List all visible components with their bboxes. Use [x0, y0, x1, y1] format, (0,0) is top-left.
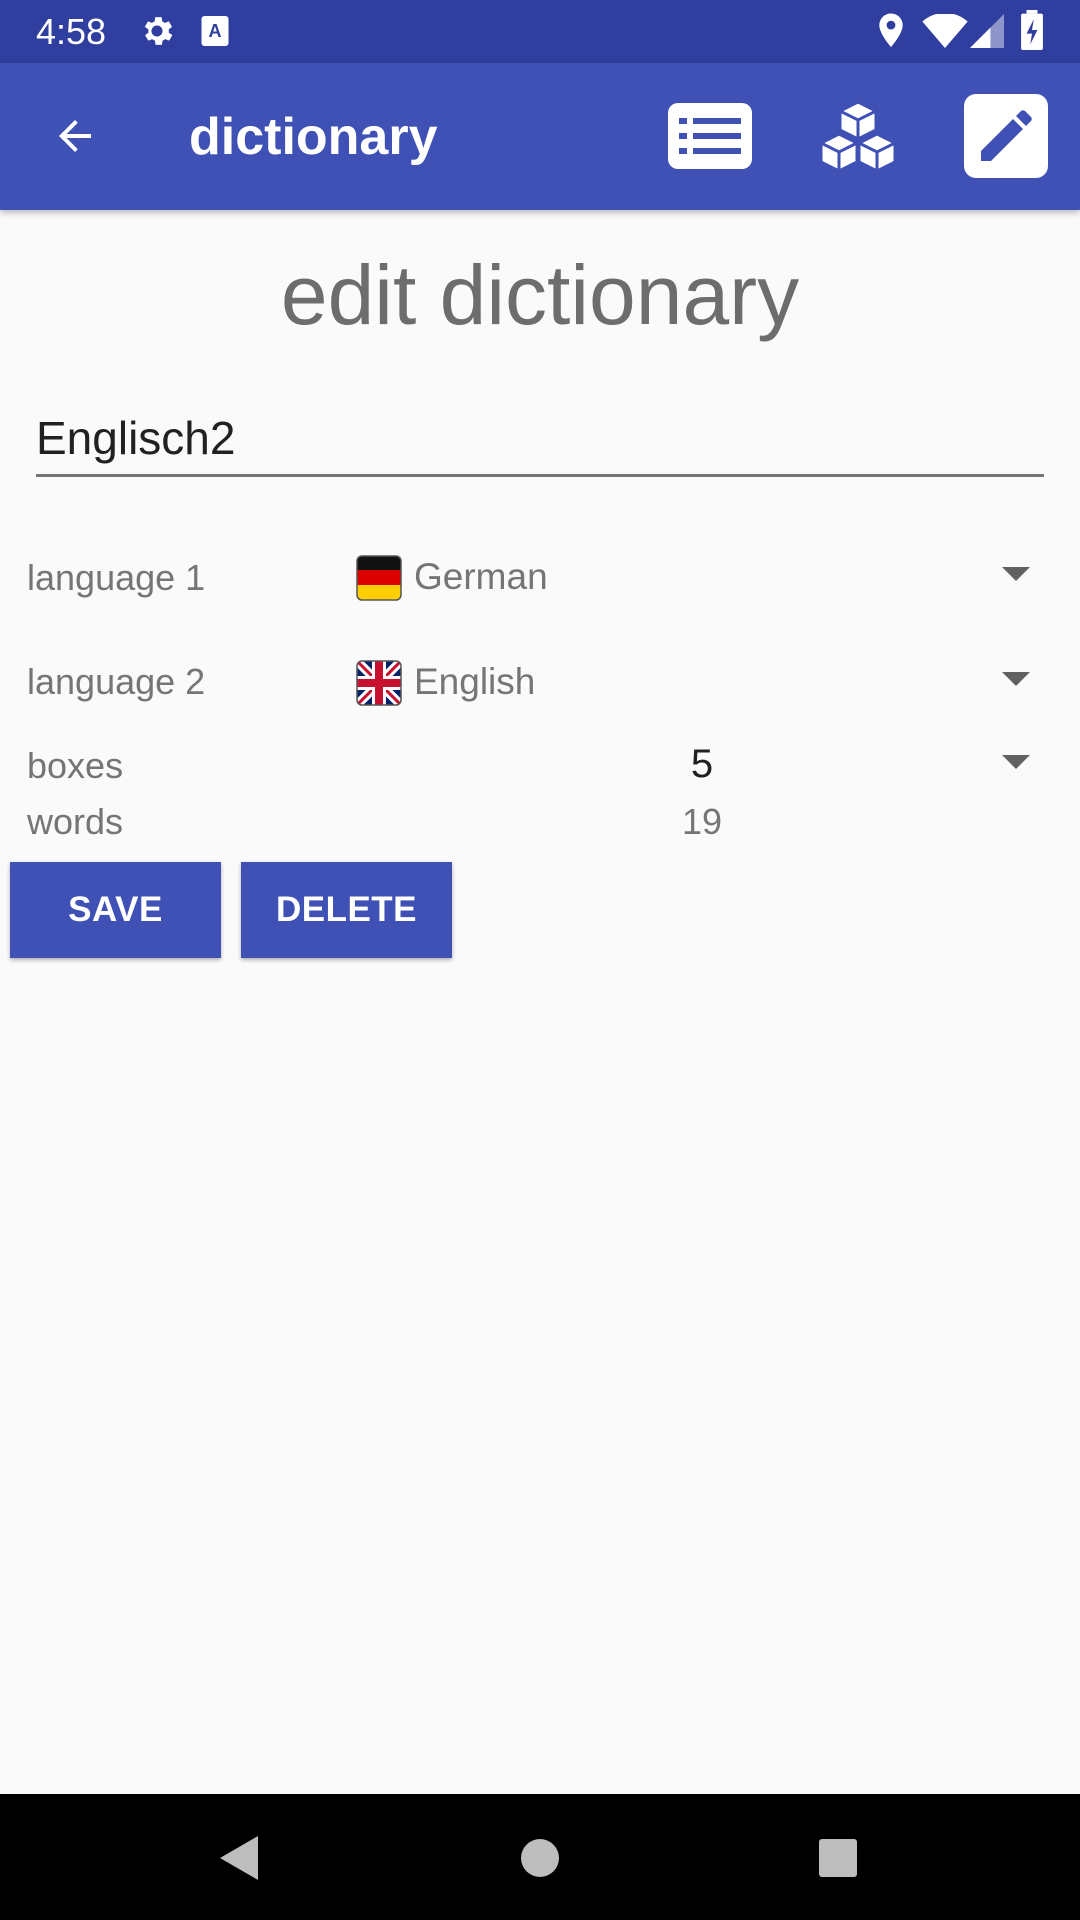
- dropdown-arrow-icon: [1002, 672, 1030, 693]
- delete-button[interactable]: DELETE: [241, 862, 452, 958]
- edit-icon: [964, 94, 1048, 178]
- language2-spinner[interactable]: English: [352, 642, 1052, 722]
- dropdown-arrow-icon: [1002, 755, 1030, 776]
- status-time: 4:58: [36, 11, 107, 52]
- signal-icon: [970, 14, 1004, 53]
- language1-spinner[interactable]: German: [352, 537, 1052, 617]
- uk-flag-icon: [356, 660, 402, 706]
- boxes-label: boxes: [27, 745, 124, 786]
- boxes-value: 5: [690, 742, 714, 786]
- language2-label: language 2: [27, 661, 206, 702]
- status-bar: 4:58 A: [0, 0, 1080, 63]
- app-bar: dictionary: [0, 63, 1080, 210]
- words-count: 19: [681, 801, 723, 842]
- dropdown-arrow-icon: [1002, 567, 1030, 588]
- svg-text:A: A: [209, 21, 222, 41]
- wifi-icon: [922, 12, 968, 53]
- boxes-button[interactable]: [808, 91, 908, 181]
- nav-back-icon: [220, 1836, 258, 1880]
- nav-home-button[interactable]: [500, 1818, 580, 1898]
- nav-back-button[interactable]: [200, 1818, 280, 1898]
- arrow-back-icon: [59, 120, 91, 152]
- language2-value: English: [414, 661, 536, 702]
- nav-recents-icon: [819, 1839, 857, 1877]
- list-button[interactable]: [660, 91, 760, 181]
- words-label: words: [27, 801, 124, 842]
- germany-flag-icon: [356, 555, 402, 601]
- dictionary-name-input[interactable]: [36, 402, 1044, 477]
- save-button[interactable]: SAVE: [10, 862, 221, 958]
- location-icon: [876, 12, 906, 55]
- gear-icon: [138, 12, 176, 55]
- navigation-bar: [0, 1794, 1080, 1920]
- edit-button[interactable]: [956, 91, 1056, 181]
- page-title: edit dictionary: [280, 248, 800, 342]
- battery-charging-icon: [1020, 10, 1044, 55]
- list-icon: [668, 103, 752, 169]
- language1-label: language 1: [27, 557, 206, 598]
- nav-home-icon: [521, 1839, 559, 1877]
- boxes-icon: [819, 100, 897, 172]
- language1-value: German: [414, 556, 548, 597]
- keyboard-a-icon: A: [200, 12, 230, 55]
- nav-recents-button[interactable]: [798, 1818, 878, 1898]
- back-button[interactable]: [30, 91, 120, 181]
- boxes-spinner[interactable]: 5: [352, 735, 1052, 795]
- app-title: dictionary: [189, 108, 438, 166]
